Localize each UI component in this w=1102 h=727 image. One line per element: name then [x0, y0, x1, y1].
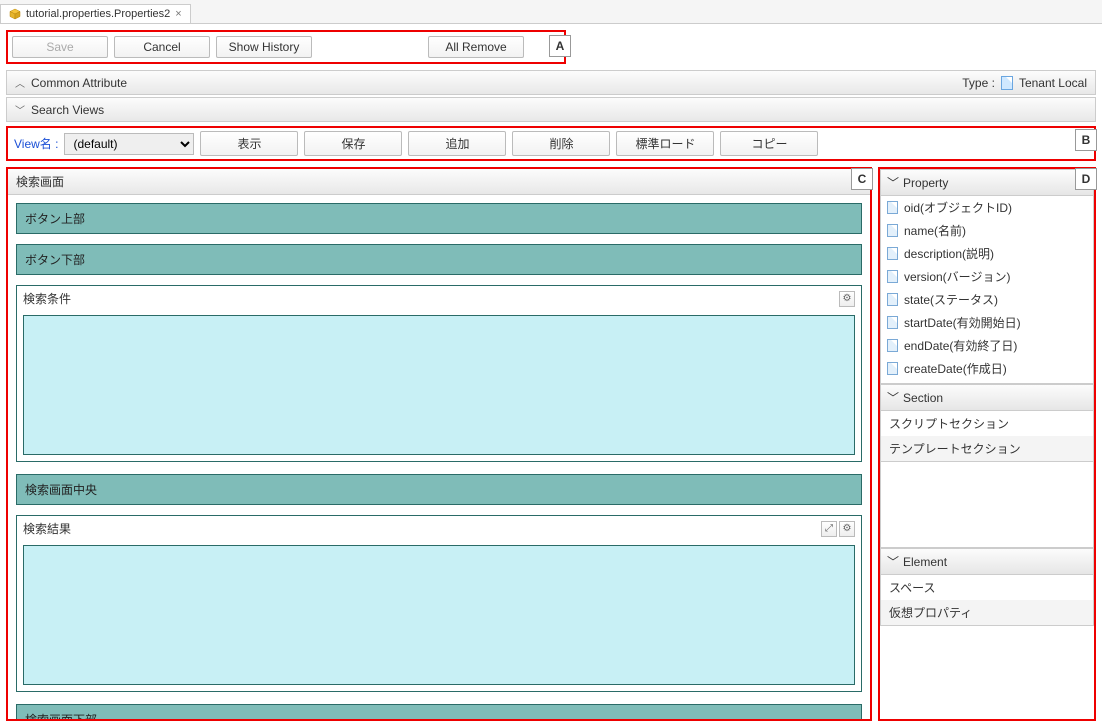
marker-b: B: [1075, 129, 1097, 151]
element-list: スペース 仮想プロパティ: [880, 575, 1094, 626]
chevron-down-icon: ﹀: [15, 102, 25, 117]
section-item[interactable]: テンプレートセクション: [881, 436, 1093, 461]
type-value: Tenant Local: [1019, 76, 1087, 90]
gear-icon[interactable]: ⚙: [839, 291, 855, 307]
doc-icon: [887, 247, 898, 260]
property-item[interactable]: version(バージョン): [881, 265, 1093, 288]
search-cond-droparea[interactable]: [23, 315, 855, 455]
row-button-top[interactable]: ボタン上部: [16, 203, 862, 234]
view-select[interactable]: (default): [64, 133, 194, 155]
show-history-button[interactable]: Show History: [216, 36, 312, 58]
view-copy-button[interactable]: コピー: [720, 131, 818, 156]
doc-icon: [887, 316, 898, 329]
doc-icon: [887, 270, 898, 283]
view-save-button[interactable]: 保存: [304, 131, 402, 156]
chevron-up-icon: ︿: [15, 75, 25, 90]
cancel-button[interactable]: Cancel: [114, 36, 210, 58]
property-item[interactable]: endDate(有効終了日): [881, 334, 1093, 357]
save-button[interactable]: Save: [12, 36, 108, 58]
section-header[interactable]: ﹀ Section: [880, 384, 1094, 411]
doc-icon: [887, 339, 898, 352]
marker-a: A: [549, 35, 571, 57]
group-search-result-title: 検索結果: [23, 520, 71, 537]
common-attribute-header[interactable]: ︿ Common Attribute Type : Tenant Local: [6, 70, 1096, 95]
view-add-button[interactable]: 追加: [408, 131, 506, 156]
toolbar-a: Save Cancel Show History All Remove: [6, 30, 566, 64]
section-list: スクリプトセクション テンプレートセクション: [880, 411, 1094, 462]
type-label: Type :: [962, 76, 995, 90]
search-views-title: Search Views: [31, 103, 104, 117]
element-header[interactable]: ﹀ Element: [880, 548, 1094, 575]
tab-bar: tutorial.properties.Properties2 ×: [0, 0, 1102, 24]
cube-icon: [9, 8, 21, 20]
property-list[interactable]: oid(オブジェクトID) name(名前) description(説明) v…: [880, 196, 1094, 384]
view-show-button[interactable]: 表示: [200, 131, 298, 156]
panel-c: 検索画面 ボタン上部 ボタン下部 検索条件 ⚙ 検索画面中央: [6, 167, 872, 721]
chevron-down-icon: ﹀: [887, 174, 899, 191]
common-attribute-title: Common Attribute: [31, 76, 127, 90]
gear-icon[interactable]: ⚙: [839, 521, 855, 537]
view-name-label: View名 :: [14, 135, 58, 152]
marker-d: D: [1075, 168, 1097, 190]
marker-c: C: [851, 168, 873, 190]
section-item[interactable]: スクリプトセクション: [881, 411, 1093, 436]
view-stdload-button[interactable]: 標準ロード: [616, 131, 714, 156]
view-delete-button[interactable]: 削除: [512, 131, 610, 156]
expand-icon[interactable]: ⤢: [821, 521, 837, 537]
property-item[interactable]: createDate(作成日): [881, 357, 1093, 380]
section-title: Section: [903, 391, 943, 405]
search-result-droparea[interactable]: [23, 545, 855, 685]
row-search-mid[interactable]: 検索画面中央: [16, 474, 862, 505]
property-title: Property: [903, 176, 948, 190]
row-button-bottom[interactable]: ボタン下部: [16, 244, 862, 275]
doc-icon: [887, 224, 898, 237]
panel-d: ﹀ Property oid(オブジェクトID) name(名前) descri…: [878, 167, 1096, 721]
property-item[interactable]: name(名前): [881, 219, 1093, 242]
close-icon[interactable]: ×: [175, 8, 181, 20]
property-item[interactable]: description(説明): [881, 242, 1093, 265]
property-header[interactable]: ﹀ Property: [880, 169, 1094, 196]
group-search-cond: 検索条件 ⚙: [16, 285, 862, 462]
chevron-down-icon: ﹀: [887, 553, 899, 570]
tab-title: tutorial.properties.Properties2: [26, 8, 170, 20]
group-search-cond-title: 検索条件: [23, 290, 71, 307]
doc-icon: [1001, 76, 1013, 90]
panel-c-title: 検索画面: [8, 169, 870, 195]
search-views-header[interactable]: ﹀ Search Views: [6, 97, 1096, 122]
property-item[interactable]: startDate(有効開始日): [881, 311, 1093, 334]
property-item[interactable]: oid(オブジェクトID): [881, 196, 1093, 219]
chevron-down-icon: ﹀: [887, 389, 899, 406]
element-title: Element: [903, 555, 947, 569]
group-search-result: 検索結果 ⤢ ⚙: [16, 515, 862, 692]
element-item[interactable]: スペース: [881, 575, 1093, 600]
doc-icon: [887, 293, 898, 306]
section-spacer: [880, 462, 1094, 548]
doc-icon: [887, 201, 898, 214]
doc-icon: [887, 362, 898, 375]
all-remove-button[interactable]: All Remove: [428, 36, 524, 58]
element-item[interactable]: 仮想プロパティ: [881, 600, 1093, 625]
property-item[interactable]: state(ステータス): [881, 288, 1093, 311]
row-search-bottom[interactable]: 検索画面下部: [16, 704, 862, 721]
tab-active[interactable]: tutorial.properties.Properties2 ×: [0, 4, 191, 23]
view-bar: View名 : (default) 表示 保存 追加 削除 標準ロード コピー: [6, 126, 1096, 161]
